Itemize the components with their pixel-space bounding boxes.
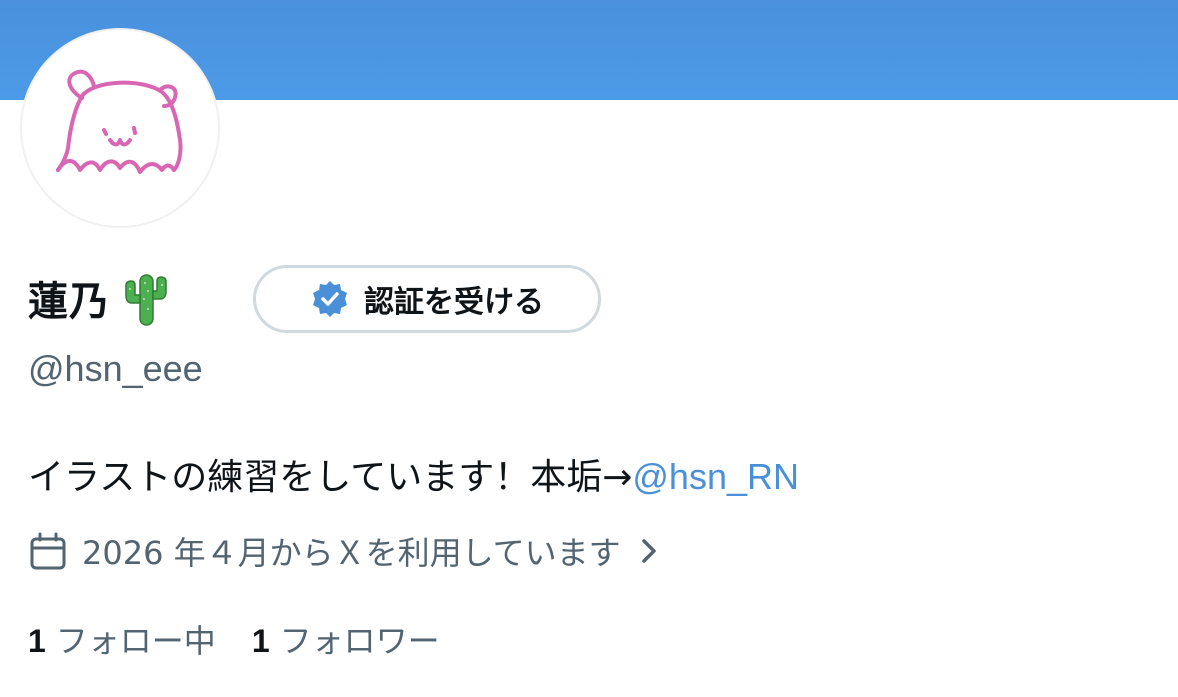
name-row: 蓮乃 bbox=[28, 262, 172, 334]
followers-label: フォロワー bbox=[279, 622, 440, 660]
bio-mention-link[interactable]: @hsn_RN bbox=[632, 456, 799, 497]
following-link[interactable]: 1 フォロー中 bbox=[28, 616, 216, 662]
following-count: 1 bbox=[28, 623, 46, 659]
calendar-icon bbox=[30, 532, 66, 570]
bio-text: イラストの練習をしています！本垢→ bbox=[28, 457, 633, 498]
joined-date-text: 2026 年４月からＸを利用しています bbox=[82, 534, 621, 572]
following-label: フォロー中 bbox=[55, 622, 216, 660]
verified-badge-icon bbox=[313, 281, 347, 317]
follow-stats: 1 フォロー中 1 フォロワー bbox=[28, 616, 476, 662]
avatar[interactable] bbox=[22, 30, 218, 226]
display-name: 蓮乃 bbox=[28, 279, 110, 325]
get-verified-label: 認証を受ける bbox=[364, 285, 544, 320]
followers-link[interactable]: 1 フォロワー bbox=[252, 616, 440, 662]
get-verified-button[interactable]: 認証を受ける bbox=[253, 265, 601, 333]
bio: イラストの練習をしています！本垢→@hsn_RN bbox=[28, 448, 799, 500]
user-handle: @hsn_eee bbox=[28, 348, 203, 389]
joined-date-row[interactable]: 2026 年４月からＸを利用しています bbox=[28, 528, 663, 574]
ghost-bear-drawing bbox=[56, 69, 183, 174]
chevron-right-icon bbox=[641, 539, 656, 563]
followers-count: 1 bbox=[251, 623, 270, 659]
cactus-icon bbox=[125, 274, 167, 326]
